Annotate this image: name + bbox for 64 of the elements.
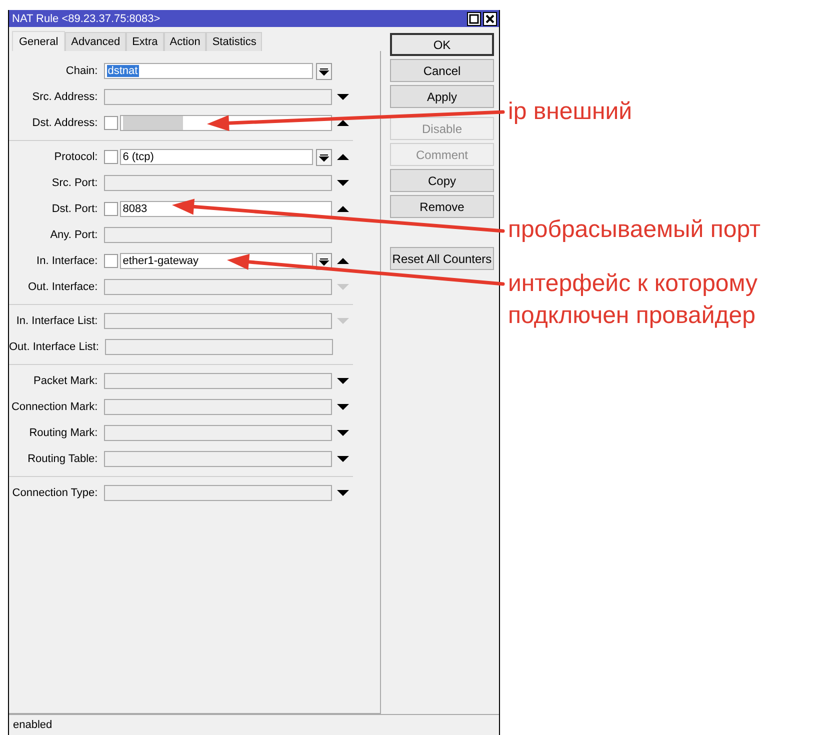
input-field[interactable] — [104, 451, 332, 467]
field-label: In. Interface List: — [15, 315, 99, 327]
field-label: Out. Interface List: — [9, 341, 100, 353]
input-field[interactable] — [104, 339, 333, 355]
collapse-arrow-icon[interactable] — [336, 153, 349, 161]
field-label: In. Interface: — [36, 255, 99, 267]
collapse-arrow-icon[interactable] — [336, 205, 349, 213]
input-field[interactable] — [104, 227, 332, 243]
field-label: Routing Mark: — [28, 427, 99, 439]
dialog-button[interactable]: OK — [390, 33, 494, 56]
tab[interactable]: Advanced — [65, 32, 126, 51]
dropdown-button-icon[interactable] — [316, 62, 332, 80]
field-label: Src. Port: — [50, 177, 99, 189]
input-field[interactable] — [104, 485, 332, 501]
field-label: Dst. Address: — [31, 117, 99, 129]
status-text: enabled — [13, 719, 52, 731]
close-icon[interactable] — [483, 12, 497, 26]
input-field[interactable]: dstnat — [104, 63, 314, 79]
checkbox[interactable] — [104, 202, 118, 216]
field-label: Dst. Port: — [50, 203, 99, 215]
field-label: Connection Mark: — [10, 401, 99, 413]
input-field[interactable] — [104, 373, 332, 389]
input-field[interactable] — [104, 89, 332, 105]
collapse-arrow-icon[interactable] — [336, 257, 349, 265]
dropdown-arrow-icon[interactable] — [336, 377, 349, 385]
field-label: Out. Interface: — [27, 281, 99, 293]
window-title: NAT Rule <89.23.37.75:8083> — [12, 12, 160, 24]
input-field[interactable]: 6 (tcp) — [120, 149, 314, 165]
checkbox[interactable] — [104, 150, 118, 164]
dialog-button[interactable]: Copy — [390, 169, 494, 192]
dialog-button[interactable]: Cancel — [390, 59, 494, 82]
dropdown-arrow-icon[interactable] — [336, 179, 349, 187]
input-field[interactable] — [104, 313, 332, 329]
field-label: Src. Address: — [31, 91, 99, 103]
tab[interactable]: General — [12, 31, 66, 51]
field-label: Chain: — [64, 65, 99, 77]
dropdown-arrow-icon[interactable] — [336, 93, 349, 101]
field-label: Routing Table: — [26, 453, 99, 465]
checkbox[interactable] — [104, 116, 118, 130]
dropdown-arrow-icon[interactable] — [336, 455, 349, 463]
annotation-text: ip внешний — [508, 97, 634, 127]
field-label: Any. Port: — [49, 229, 99, 241]
checkbox[interactable] — [104, 254, 118, 268]
tab[interactable]: Extra — [126, 32, 164, 51]
field-label: Connection Type: — [11, 487, 99, 499]
input-field[interactable] — [104, 399, 332, 415]
dialog-button[interactable]: Apply — [390, 85, 494, 108]
maximize-icon[interactable] — [467, 12, 481, 26]
dropdown-button-icon[interactable] — [316, 148, 332, 166]
dropdown-arrow-icon[interactable] — [336, 489, 349, 497]
annotation-text: интерфейс к которому подключен провайдер — [508, 269, 759, 331]
input-field[interactable] — [104, 425, 332, 441]
field-label: Packet Mark: — [32, 375, 99, 387]
annotation-text: пробрасываемый порт — [508, 215, 762, 245]
input-field[interactable] — [104, 279, 332, 295]
dialog-button[interactable]: Remove — [390, 195, 494, 218]
dialog-button[interactable]: Reset All Counters — [390, 247, 494, 270]
dropdown-arrow-icon[interactable] — [336, 429, 349, 437]
input-field[interactable] — [104, 175, 332, 191]
field-label: Protocol: — [53, 151, 99, 163]
tab[interactable]: Action — [164, 32, 206, 51]
dropdown-arrow-icon[interactable] — [336, 403, 349, 411]
tab[interactable]: Statistics — [206, 32, 262, 51]
collapse-arrow-icon[interactable] — [336, 119, 349, 127]
